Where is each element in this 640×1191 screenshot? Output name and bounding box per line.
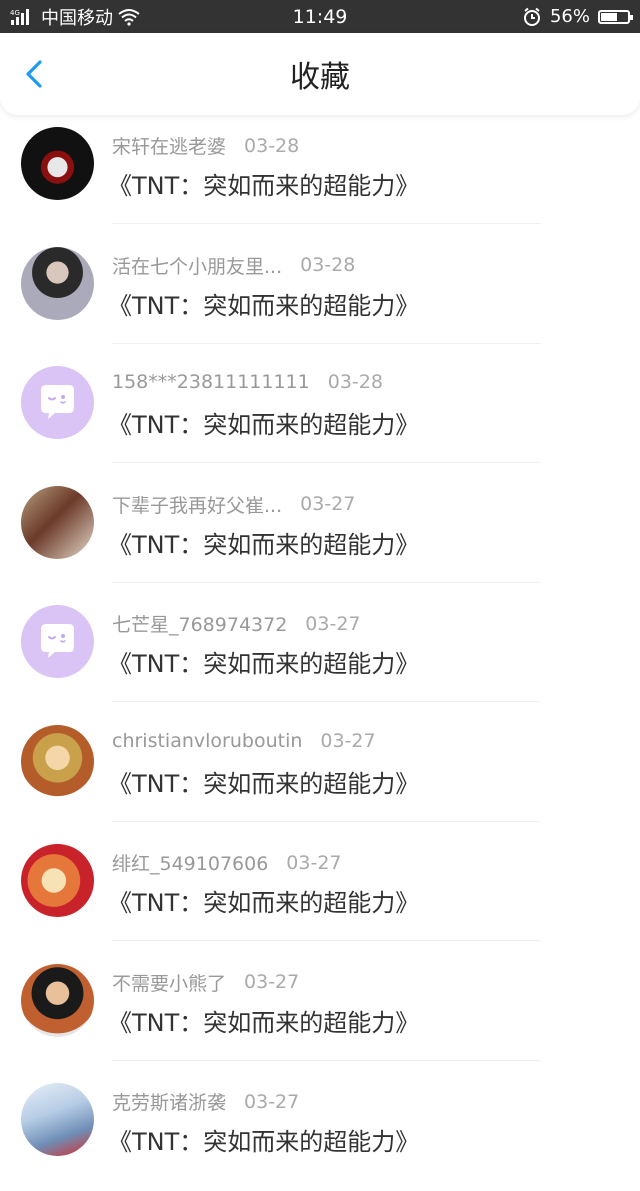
divider (112, 1059, 540, 1061)
list-item[interactable]: 不需要小熊了 03-27 《TNT：突如而来的超能力》 (0, 952, 640, 1072)
list-item[interactable]: 158***23811111111 03-28 《TNT：突如而来的超能力》 (0, 354, 640, 474)
list-item[interactable]: 下辈子我再好父崔... 03-27 《TNT：突如而来的超能力》 (0, 474, 640, 594)
item-meta: 七芒星_768974372 03-27 (112, 610, 361, 637)
avatar[interactable] (21, 844, 94, 917)
item-meta: 活在七个小朋友里... 03-28 (112, 252, 355, 279)
username[interactable]: 158***23811111111 (112, 371, 310, 393)
date: 03-28 (300, 254, 356, 276)
date: 03-28 (244, 134, 300, 157)
avatar[interactable] (21, 246, 94, 320)
battery-icon (598, 9, 633, 24)
username[interactable]: christianvloruboutin (112, 730, 302, 752)
avatar[interactable] (21, 366, 94, 439)
story-title[interactable]: 《TNT：突如而来的超能力》 (108, 286, 419, 321)
list-item[interactable]: 克劳斯诸浙袭 03-27 《TNT：突如而来的超能力》 (0, 1071, 640, 1191)
avatar[interactable] (21, 127, 94, 200)
story-title[interactable]: 《TNT：突如而来的超能力》 (108, 525, 419, 560)
list-item[interactable]: 活在七个小朋友里... 03-28 《TNT：突如而来的超能力》 (0, 235, 640, 355)
app-header: 收藏 (0, 33, 640, 115)
username[interactable]: 克劳斯诸浙袭 (112, 1088, 226, 1115)
list-item[interactable]: 绯红_549107606 03-27 《TNT：突如而来的超能力》 (0, 832, 640, 952)
date: 03-27 (305, 612, 361, 635)
date: 03-27 (320, 729, 376, 752)
item-meta: 158***23811111111 03-28 (112, 371, 383, 393)
page-title: 收藏 (290, 60, 350, 95)
username[interactable]: 绯红_549107606 (112, 849, 268, 876)
battery-percent: 56% (549, 6, 590, 27)
date: 03-27 (244, 971, 300, 993)
list-item[interactable]: 七芒星_768974372 03-27 《TNT：突如而来的超能力》 (0, 593, 640, 713)
story-title[interactable]: 《TNT：突如而来的超能力》 (108, 644, 419, 679)
list-item[interactable]: christianvloruboutin 03-27 《TNT：突如而来的超能力… (0, 713, 640, 833)
date: 03-27 (286, 851, 342, 874)
username[interactable]: 不需要小熊了 (112, 969, 226, 996)
item-meta: 下辈子我再好父崔... 03-27 (112, 491, 355, 518)
username[interactable]: 宋轩在逃老婆 (112, 132, 226, 159)
item-meta: 绯红_549107606 03-27 (112, 849, 342, 876)
avatar[interactable] (21, 963, 94, 1037)
status-bar: 4G 中国移动 11:49 56% (0, 0, 640, 33)
divider (112, 581, 540, 583)
date: 03-28 (327, 371, 383, 393)
story-title[interactable]: 《TNT：突如而来的超能力》 (108, 166, 419, 201)
avatar[interactable] (21, 724, 94, 798)
date: 03-27 (300, 493, 356, 515)
story-title[interactable]: 《TNT：突如而来的超能力》 (108, 1003, 419, 1038)
avatar[interactable] (21, 1083, 94, 1156)
story-title[interactable]: 《TNT：突如而来的超能力》 (108, 405, 419, 440)
status-bar-right: 56% (522, 0, 633, 33)
story-title[interactable]: 《TNT：突如而来的超能力》 (108, 1122, 419, 1157)
avatar[interactable] (21, 605, 94, 678)
avatar[interactable] (21, 485, 94, 559)
divider (112, 223, 540, 224)
divider (112, 462, 540, 463)
username[interactable]: 下辈子我再好父崔... (112, 491, 282, 518)
alarm-icon (523, 7, 540, 26)
divider (112, 342, 540, 344)
divider (112, 940, 540, 941)
item-meta: 不需要小熊了 03-27 (112, 969, 299, 996)
username[interactable]: 七芒星_768974372 (112, 610, 287, 637)
default-chat-icon (41, 624, 74, 658)
list-item[interactable]: 宋轩在逃老婆 03-28 《TNT：突如而来的超能力》 (0, 115, 640, 235)
story-title[interactable]: 《TNT：突如而来的超能力》 (108, 883, 419, 918)
item-meta: christianvloruboutin 03-27 (112, 730, 376, 752)
story-title[interactable]: 《TNT：突如而来的超能力》 (108, 764, 419, 799)
divider (112, 820, 540, 822)
favorites-list: 宋轩在逃老婆 03-28 《TNT：突如而来的超能力》 活在七个小朋友里... … (0, 115, 640, 1191)
date: 03-27 (244, 1090, 300, 1113)
divider (112, 701, 540, 702)
item-meta: 宋轩在逃老婆 03-28 (112, 132, 299, 159)
default-chat-icon (41, 385, 74, 419)
item-meta: 克劳斯诸浙袭 03-27 (112, 1088, 299, 1115)
username[interactable]: 活在七个小朋友里... (112, 252, 282, 279)
